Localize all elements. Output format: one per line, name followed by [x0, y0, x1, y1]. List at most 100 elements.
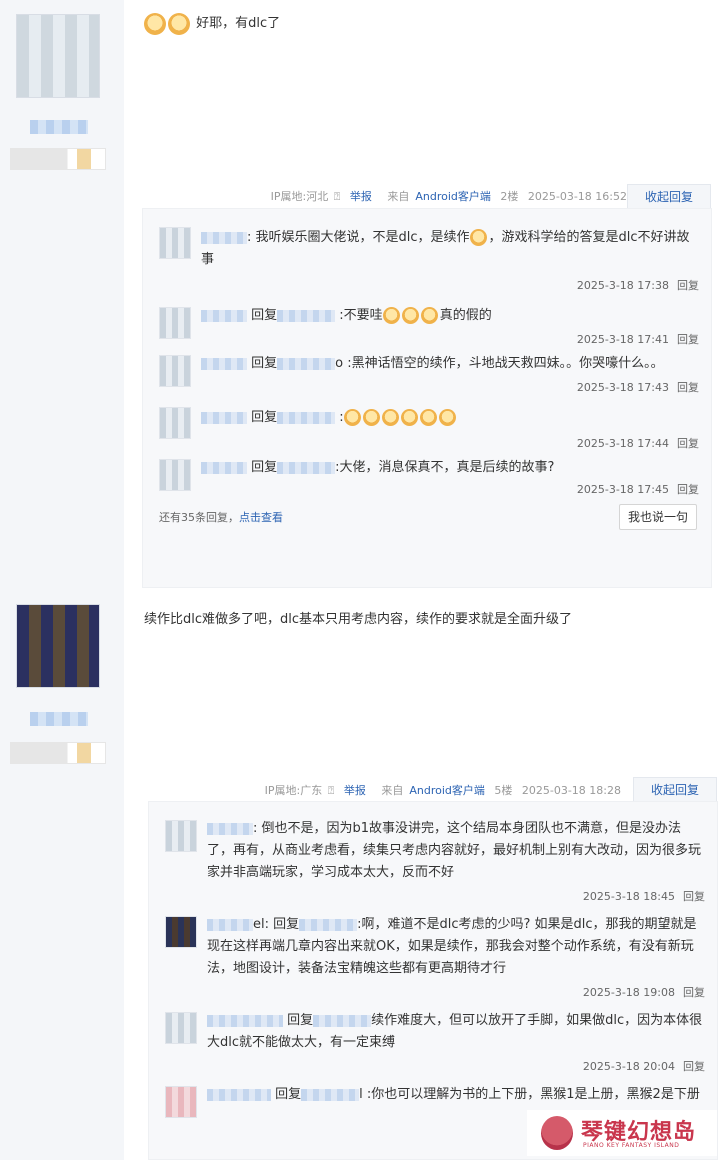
- report-link[interactable]: 举报: [350, 190, 372, 203]
- reply-button[interactable]: 回复: [677, 483, 699, 496]
- mentioned-user[interactable]: [313, 1014, 372, 1027]
- reply-list: : 倒也不是，因为b1故事没讲完，这个结局本身团队也不满意，但是没办法了，再有，…: [148, 801, 718, 1160]
- reply-list: : 我听娱乐圈大佬说，不是dlc，是续作 ，游戏科学给的答复是dlc不好讲故事 2…: [142, 208, 712, 588]
- watermark-logo: 琴键幻想岛 PIANO KEY FANTASY ISLAND: [527, 1110, 717, 1156]
- reply-avatar[interactable]: [159, 307, 191, 339]
- post-content: 续作比dlc难做多了吧，dlc基本只用考虑内容，续作的要求就是全面升级了: [144, 612, 573, 627]
- mentioned-user[interactable]: [299, 918, 358, 931]
- reply-avatar[interactable]: [159, 407, 191, 439]
- page: 好耶，有dlc了 IP属地:河北 ⍰ 举报 来自 Android客户端 2楼 20…: [0, 0, 723, 1160]
- reply-text: 真的假的: [439, 308, 492, 323]
- reply-username[interactable]: [207, 1088, 271, 1101]
- view-more-link[interactable]: 点击查看: [239, 511, 283, 524]
- reply-time: 2025-3-18 18:45: [582, 890, 675, 903]
- reply-prefix: 回复: [275, 1087, 302, 1102]
- mentioned-user[interactable]: [301, 1088, 360, 1101]
- reply-username[interactable]: [207, 1014, 283, 1027]
- avatar[interactable]: [16, 14, 100, 98]
- username-blurred[interactable]: [30, 712, 88, 726]
- post-meta: IP属地:广东 ⍰ 举报 来自 Android客户端 5楼 2025-03-18 …: [259, 782, 621, 798]
- reply-item: 回复 :不要哇 真的假的 2025-3-18 17:41 回复: [143, 293, 711, 347]
- reply-avatar[interactable]: [159, 459, 191, 491]
- reply-avatar[interactable]: [159, 227, 191, 259]
- reply-item: 回复 l :你也可以理解为书的上下册，黑猴1是上册，黑猴2是下册: [149, 1074, 717, 1118]
- reply-username[interactable]: [201, 411, 247, 424]
- reply-avatar[interactable]: [159, 355, 191, 387]
- reply-button[interactable]: 回复: [677, 279, 699, 292]
- reply-time: 2025-3-18 17:41: [576, 333, 669, 346]
- reply-avatar[interactable]: [165, 1012, 197, 1044]
- reply-avatar[interactable]: [165, 916, 197, 948]
- say-something-button[interactable]: 我也说一句: [619, 504, 697, 530]
- reply-item: 回复 : 2025-3-18 17:44 回复: [143, 395, 711, 451]
- crying-emoji-icon: [400, 409, 418, 426]
- reply-avatar[interactable]: [165, 820, 197, 852]
- post-meta: IP属地:河北 ⍰ 举报 来自 Android客户端 2楼 2025-03-18 …: [265, 188, 627, 204]
- reply-prefix: 回复: [251, 356, 278, 371]
- reply-time: 2025-3-18 17:44: [576, 437, 669, 450]
- reply-prefix: el: 回复: [253, 917, 300, 932]
- reply-time: 2025-3-18 17:45: [576, 483, 669, 496]
- post-time: 2025-03-18 18:28: [521, 784, 621, 797]
- collapse-replies-button[interactable]: 收起回复: [627, 184, 711, 208]
- crying-emoji-icon: [438, 409, 456, 426]
- reply-username[interactable]: [201, 461, 247, 474]
- mentioned-user[interactable]: [277, 461, 336, 474]
- source-label: 来自 Android客户端: [387, 190, 491, 203]
- more-replies-row: 还有35条回复，点击查看 我也说一句: [143, 497, 711, 537]
- crying-emoji-icon: [419, 409, 437, 426]
- author-column: [0, 0, 124, 1160]
- smile-emoji-icon: [469, 229, 487, 246]
- reply-text: : 倒也不是，因为b1故事没讲完，这个结局本身团队也不满意，但是没办法了，再有，…: [207, 821, 702, 880]
- question-circle-icon[interactable]: ⍰: [328, 784, 335, 797]
- reply-item: el: 回复:啊，难道不是dlc考虑的少吗? 如果是dlc，那我的期望就是现在这…: [149, 904, 717, 1000]
- reply-username[interactable]: [207, 822, 253, 835]
- android-client-link[interactable]: Android客户端: [415, 190, 491, 203]
- source-label: 来自 Android客户端: [381, 784, 485, 797]
- avatar[interactable]: [16, 604, 100, 688]
- mentioned-user[interactable]: [277, 309, 336, 322]
- report-link[interactable]: 举报: [344, 784, 366, 797]
- collapse-replies-button[interactable]: 收起回复: [633, 777, 717, 801]
- reply-button[interactable]: 回复: [683, 890, 705, 903]
- post-content: 好耶，有dlc了: [144, 12, 280, 35]
- reply-item: 回复 续作难度大，但可以放开了手脚，如果做dlc，因为本体很大dlc就不能做太大，…: [149, 1000, 717, 1074]
- reply-button[interactable]: 回复: [677, 437, 699, 450]
- crying-emoji-icon: [362, 409, 380, 426]
- reply-prefix: 回复: [251, 308, 278, 323]
- reply-item: : 倒也不是，因为b1故事没讲完，这个结局本身团队也不满意，但是没办法了，再有，…: [149, 802, 717, 904]
- reply-username[interactable]: [207, 918, 253, 931]
- emoji-icon: [401, 307, 419, 324]
- reply-button[interactable]: 回复: [683, 1060, 705, 1073]
- reply-button[interactable]: 回复: [683, 986, 705, 999]
- mentioned-user[interactable]: [277, 411, 336, 424]
- mentioned-user[interactable]: [277, 357, 336, 370]
- emoji-icon: [144, 12, 166, 35]
- crying-emoji-icon: [343, 409, 361, 426]
- reply-text: : 我听娱乐圈大佬说，不是dlc，是续作: [247, 230, 470, 245]
- question-circle-icon[interactable]: ⍰: [334, 190, 341, 203]
- reply-text: o :黑神话悟空的续作，斗地战天救四妹。。你哭嚎什么。。: [335, 356, 664, 371]
- reply-username[interactable]: [201, 357, 247, 370]
- floor-number: 2楼: [500, 190, 519, 203]
- reply-prefix: 回复: [287, 1013, 314, 1028]
- reply-prefix: 回复: [251, 460, 278, 475]
- reply-button[interactable]: 回复: [677, 381, 699, 394]
- reply-username[interactable]: [201, 309, 247, 322]
- android-client-link[interactable]: Android客户端: [409, 784, 485, 797]
- ip-location: IP属地:河北: [270, 190, 329, 203]
- post-time: 2025-03-18 16:52: [527, 190, 627, 203]
- reply-time: 2025-3-18 17:38: [576, 279, 669, 292]
- username-blurred[interactable]: [30, 120, 88, 134]
- reply-text: :大佬，消息保真不，真是后续的故事?: [335, 460, 555, 475]
- more-count: 还有35条回复，: [159, 511, 239, 524]
- level-badge-blurred: [10, 742, 106, 764]
- reply-avatar[interactable]: [165, 1086, 197, 1118]
- reply-text: :不要哇: [339, 308, 383, 323]
- crying-emoji-icon: [381, 409, 399, 426]
- reply-username[interactable]: [201, 231, 247, 244]
- reply-button[interactable]: 回复: [677, 333, 699, 346]
- emoji-icon: [168, 12, 190, 35]
- reply-text: l :你也可以理解为书的上下册，黑猴1是上册，黑猴2是下册: [359, 1087, 700, 1102]
- reply-time: 2025-3-18 17:43: [576, 381, 669, 394]
